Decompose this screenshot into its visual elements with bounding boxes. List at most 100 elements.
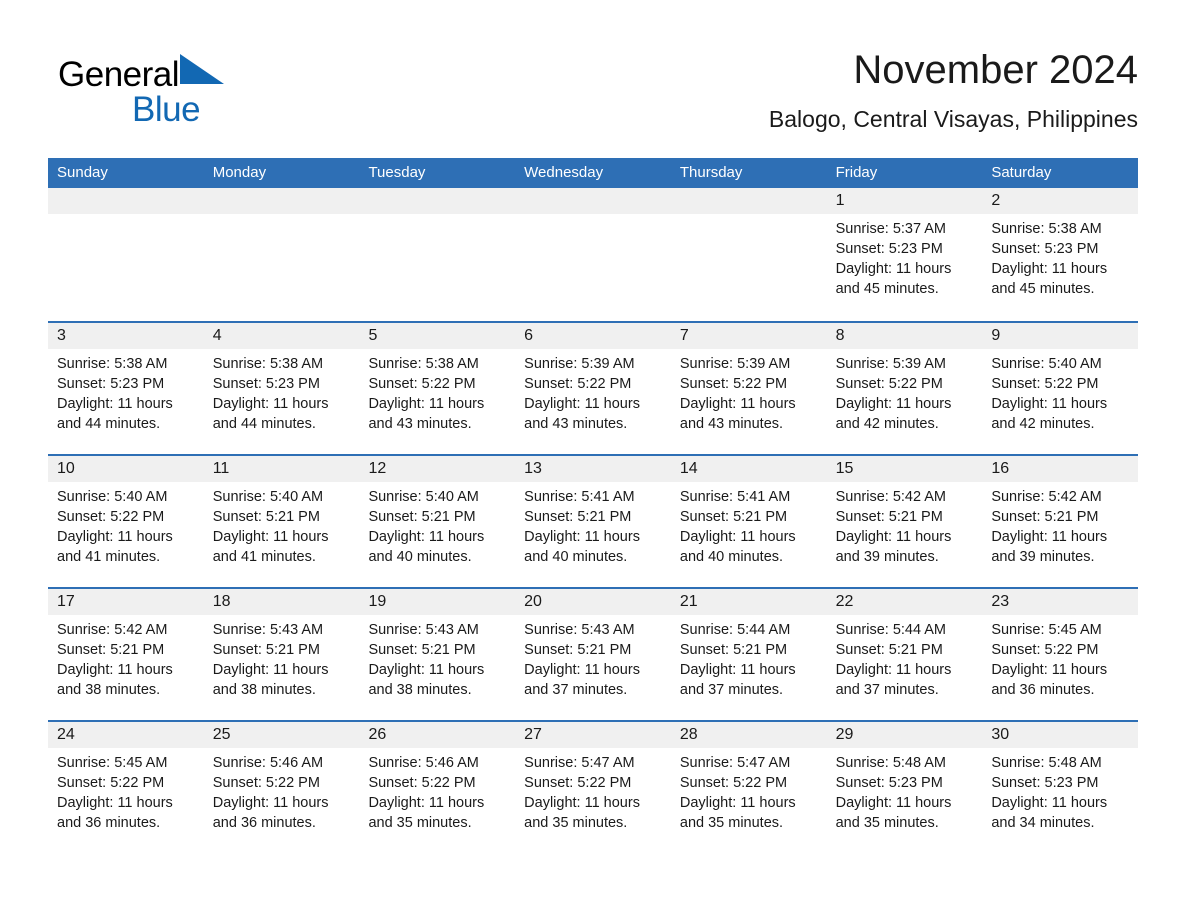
calendar-day-cell[interactable]: 17 Sunrise: 5:42 AM Sunset: 5:21 PM Dayligh… [48, 589, 204, 720]
sunrise-text: Sunrise: 5:44 AM [835, 622, 947, 638]
calendar-day-cell[interactable]: 7 Sunrise: 5:39 AM Sunset: 5:22 PM Daylight… [670, 323, 827, 454]
day-number-band: 10 [48, 456, 204, 482]
calendar-week-row: 17 Sunrise: 5:42 AM Sunset: 5:21 PM Dayligh… [48, 587, 1139, 720]
sunrise-text: Sunrise: 5:37 AM [835, 221, 947, 237]
calendar-day-cell[interactable]: 14 Sunrise: 5:41 AM Sunset: 5:21 PM Dayligh… [670, 456, 827, 587]
sunrise-text: Sunrise: 5:43 AM [368, 622, 479, 638]
day-details: Sunrise: 5:45 AM Sunset: 5:22 PM Daylight:… [982, 615, 1138, 700]
sunrise-text: Sunrise: 5:39 AM [679, 356, 791, 372]
sunrise-text: Sunrise: 5:43 AM [524, 622, 635, 638]
sunset-text: Sunset: 5:21 PM [835, 642, 943, 658]
day-number: 15 [835, 460, 854, 477]
day-details: Sunrise: 5:39 AM Sunset: 5:22 PM Daylight:… [515, 349, 671, 434]
calendar-day-cell[interactable]: 16 Sunrise: 5:42 AM Sunset: 5:21 PM Dayligh… [982, 456, 1139, 587]
day-details: Sunrise: 5:46 AM Sunset: 5:22 PM Daylight:… [359, 748, 515, 833]
day-details: Sunrise: 5:42 AM Sunset: 5:21 PM Daylight:… [48, 615, 204, 700]
calendar-day-cell[interactable]: 9 Sunrise: 5:40 AM Sunset: 5:22 PM Daylight… [982, 323, 1139, 454]
sunrise-text: Sunrise: 5:47 AM [679, 755, 791, 771]
day-number-band [203, 188, 360, 214]
day-details: Sunrise: 5:38 AM Sunset: 5:22 PM Daylight:… [359, 349, 515, 434]
day-number: 27 [524, 726, 542, 743]
daylight-text: Daylight: 11 hours and 40 minutes. [368, 529, 485, 565]
calendar-day-cell[interactable]: 15 Sunrise: 5:42 AM Sunset: 5:21 PM Dayligh… [826, 456, 983, 587]
sunrise-text: Sunrise: 5:38 AM [368, 356, 479, 372]
day-number: 19 [368, 593, 387, 610]
calendar-day-cell[interactable]: 29 Sunrise: 5:48 AM Sunset: 5:23 PM Dayligh… [826, 722, 983, 853]
calendar-day-cell[interactable]: 4 Sunrise: 5:38 AM Sunset: 5:23 PM Daylight… [203, 323, 360, 454]
calendar-day-cell[interactable]: 20 Sunrise: 5:43 AM Sunset: 5:21 PM Dayligh… [515, 589, 671, 720]
day-number-band: 26 [359, 722, 516, 748]
calendar-day-cell[interactable]: 1 Sunrise: 5:37 AM Sunset: 5:23 PM Daylight… [826, 188, 983, 321]
calendar-day-cell[interactable]: 6 Sunrise: 5:39 AM Sunset: 5:22 PM Daylight… [515, 323, 671, 454]
weekday-header-sunday: Sunday [57, 164, 108, 181]
calendar-day-cell[interactable]: 13 Sunrise: 5:41 AM Sunset: 5:21 PM Dayligh… [515, 456, 671, 587]
sunset-text: Sunset: 5:22 PM [679, 376, 788, 392]
sunset-text: Sunset: 5:23 PM [835, 241, 943, 257]
day-number: 23 [991, 593, 1010, 610]
weekday-header-row: Sunday Monday Tuesday Wednesday Thursday Frid… [48, 158, 1138, 188]
sunset-text: Sunset: 5:23 PM [835, 775, 943, 791]
daylight-text: Daylight: 11 hours and 44 minutes. [212, 396, 329, 432]
day-details: Sunrise: 5:40 AM Sunset: 5:22 PM Daylight:… [982, 349, 1138, 434]
day-number: 8 [835, 327, 845, 344]
daylight-text: Daylight: 11 hours and 38 minutes. [368, 662, 485, 698]
sunrise-text: Sunrise: 5:45 AM [991, 622, 1102, 638]
day-number: 28 [679, 726, 698, 743]
sunset-text: Sunset: 5:21 PM [524, 642, 632, 658]
daylight-text: Daylight: 11 hours and 37 minutes. [679, 662, 796, 698]
sunrise-text: Sunrise: 5:48 AM [991, 755, 1102, 771]
calendar-week-row: 3 Sunrise: 5:38 AM Sunset: 5:23 PM Daylight… [48, 321, 1139, 454]
daylight-text: Daylight: 11 hours and 39 minutes. [835, 529, 952, 565]
day-number: 3 [57, 327, 66, 344]
page-header: General Blue November 2024 Balogo, Centr… [48, 44, 1138, 148]
day-number: 26 [368, 726, 387, 743]
sunrise-text: Sunrise: 5:43 AM [212, 622, 324, 638]
calendar-day-cell[interactable]: 22 Sunrise: 5:44 AM Sunset: 5:21 PM Dayligh… [826, 589, 983, 720]
day-number-band: 29 [826, 722, 983, 748]
day-details: Sunrise: 5:39 AM Sunset: 5:22 PM Daylight:… [827, 349, 983, 434]
day-number: 12 [368, 460, 387, 477]
day-number-band: 1 [826, 188, 983, 214]
calendar-day-cell[interactable]: 28 Sunrise: 5:47 AM Sunset: 5:22 PM Dayligh… [670, 722, 827, 853]
calendar-day-cell[interactable]: 2 Sunrise: 5:38 AM Sunset: 5:23 PM Daylight… [982, 188, 1139, 321]
calendar-day-cell[interactable]: 10 Sunrise: 5:40 AM Sunset: 5:22 PM Dayligh… [48, 456, 204, 587]
calendar-day-cell[interactable]: 12 Sunrise: 5:40 AM Sunset: 5:21 PM Dayligh… [359, 456, 516, 587]
day-number-band: 2 [982, 188, 1139, 214]
calendar-day-cell[interactable]: 27 Sunrise: 5:47 AM Sunset: 5:22 PM Dayligh… [515, 722, 671, 853]
calendar-day-cell[interactable]: 23 Sunrise: 5:45 AM Sunset: 5:22 PM Dayligh… [982, 589, 1139, 720]
day-number: 10 [57, 460, 75, 477]
calendar-day-cell[interactable]: 3 Sunrise: 5:38 AM Sunset: 5:23 PM Daylight… [48, 323, 204, 454]
day-number: 9 [991, 327, 1001, 344]
calendar-day-cell-empty [48, 188, 204, 321]
day-number-band: 21 [670, 589, 827, 615]
calendar-day-cell[interactable]: 8 Sunrise: 5:39 AM Sunset: 5:22 PM Daylight… [826, 323, 983, 454]
calendar-day-cell[interactable]: 24 Sunrise: 5:45 AM Sunset: 5:22 PM Dayligh… [48, 722, 204, 853]
day-number-band: 27 [515, 722, 671, 748]
sunrise-text: Sunrise: 5:39 AM [524, 356, 635, 372]
calendar-day-cell[interactable]: 25 Sunrise: 5:46 AM Sunset: 5:22 PM Dayligh… [203, 722, 360, 853]
day-details: Sunrise: 5:44 AM Sunset: 5:21 PM Daylight:… [671, 615, 827, 700]
calendar-day-cell[interactable]: 11 Sunrise: 5:40 AM Sunset: 5:21 PM Dayligh… [203, 456, 360, 587]
calendar-day-cell[interactable]: 5 Sunrise: 5:38 AM Sunset: 5:22 PM Daylight… [359, 323, 516, 454]
sunset-text: Sunset: 5:21 PM [679, 509, 788, 525]
sunrise-text: Sunrise: 5:41 AM [679, 489, 791, 505]
day-details: Sunrise: 5:38 AM Sunset: 5:23 PM Daylight:… [48, 349, 204, 434]
sunrise-text: Sunrise: 5:44 AM [679, 622, 791, 638]
calendar-day-cell[interactable]: 26 Sunrise: 5:46 AM Sunset: 5:22 PM Dayligh… [359, 722, 516, 853]
day-number-band: 9 [982, 323, 1139, 349]
day-number: 4 [212, 327, 222, 344]
daylight-text: Daylight: 11 hours and 41 minutes. [212, 529, 329, 565]
calendar-day-cell[interactable]: 30 Sunrise: 5:48 AM Sunset: 5:23 PM Dayligh… [982, 722, 1139, 853]
calendar-day-cell[interactable]: 21 Sunrise: 5:44 AM Sunset: 5:21 PM Dayligh… [670, 589, 827, 720]
sunset-text: Sunset: 5:21 PM [57, 642, 165, 658]
day-details: Sunrise: 5:45 AM Sunset: 5:22 PM Daylight:… [48, 748, 204, 833]
day-number-band: 3 [48, 323, 204, 349]
daylight-text: Daylight: 11 hours and 35 minutes. [524, 795, 640, 831]
day-details: Sunrise: 5:41 AM Sunset: 5:21 PM Daylight:… [671, 482, 827, 567]
day-details: Sunrise: 5:40 AM Sunset: 5:21 PM Daylight:… [204, 482, 360, 567]
calendar-day-cell[interactable]: 19 Sunrise: 5:43 AM Sunset: 5:21 PM Dayligh… [359, 589, 516, 720]
day-number-band [670, 188, 827, 214]
sunset-text: Sunset: 5:23 PM [212, 376, 320, 392]
calendar-day-cell[interactable]: 18 Sunrise: 5:43 AM Sunset: 5:21 PM Dayligh… [203, 589, 360, 720]
daylight-text: Daylight: 11 hours and 45 minutes. [991, 261, 1108, 297]
